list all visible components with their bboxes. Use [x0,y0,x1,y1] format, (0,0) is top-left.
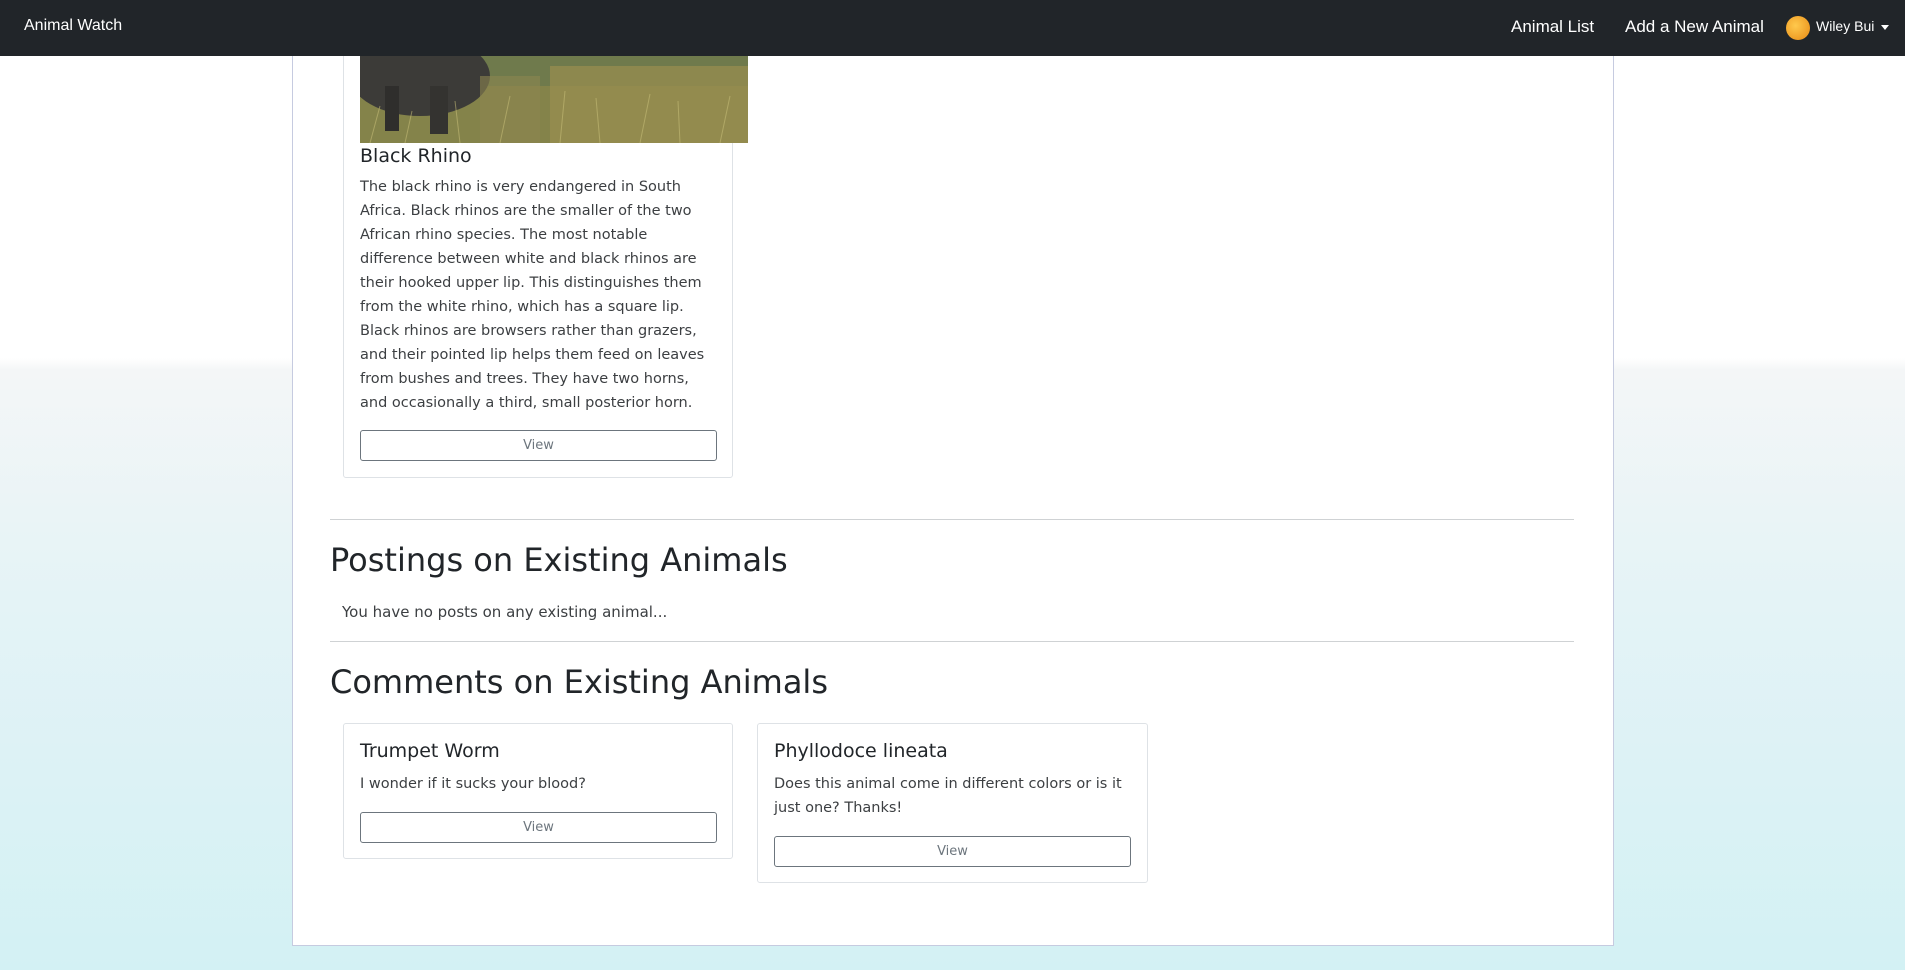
view-animal-button[interactable]: View [360,430,717,461]
view-comment-button[interactable]: View [360,812,717,843]
nav-add-animal[interactable]: Add a New Animal [1625,17,1764,37]
brand-link[interactable]: Animal Watch [24,17,122,35]
user-avatar-icon[interactable] [1786,16,1810,40]
comment-card-text: Does this animal come in different color… [774,776,1122,816]
chevron-down-icon[interactable] [1881,25,1889,30]
postings-empty-message: You have no posts on any existing animal… [342,603,668,621]
animal-card-description: The black rhino is very endangered in So… [360,179,705,411]
user-menu-name[interactable]: Wiley Bui [1816,18,1874,34]
top-navbar: Animal Watch Animal List Add a New Anima… [0,0,1905,56]
comment-card-title: Trumpet Worm [360,740,500,762]
postings-heading: Postings on Existing Animals [330,541,788,579]
view-comment-button[interactable]: View [774,836,1131,867]
comment-card-title: Phyllodoce lineata [774,740,948,762]
comment-card-text: I wonder if it sucks your blood? [360,776,586,792]
section-divider [330,641,1574,642]
nav-animal-list[interactable]: Animal List [1511,17,1594,37]
animal-card-title: Black Rhino [360,145,472,167]
black-rhino-image [360,56,748,143]
section-divider [330,519,1574,520]
comments-heading: Comments on Existing Animals [330,663,828,701]
